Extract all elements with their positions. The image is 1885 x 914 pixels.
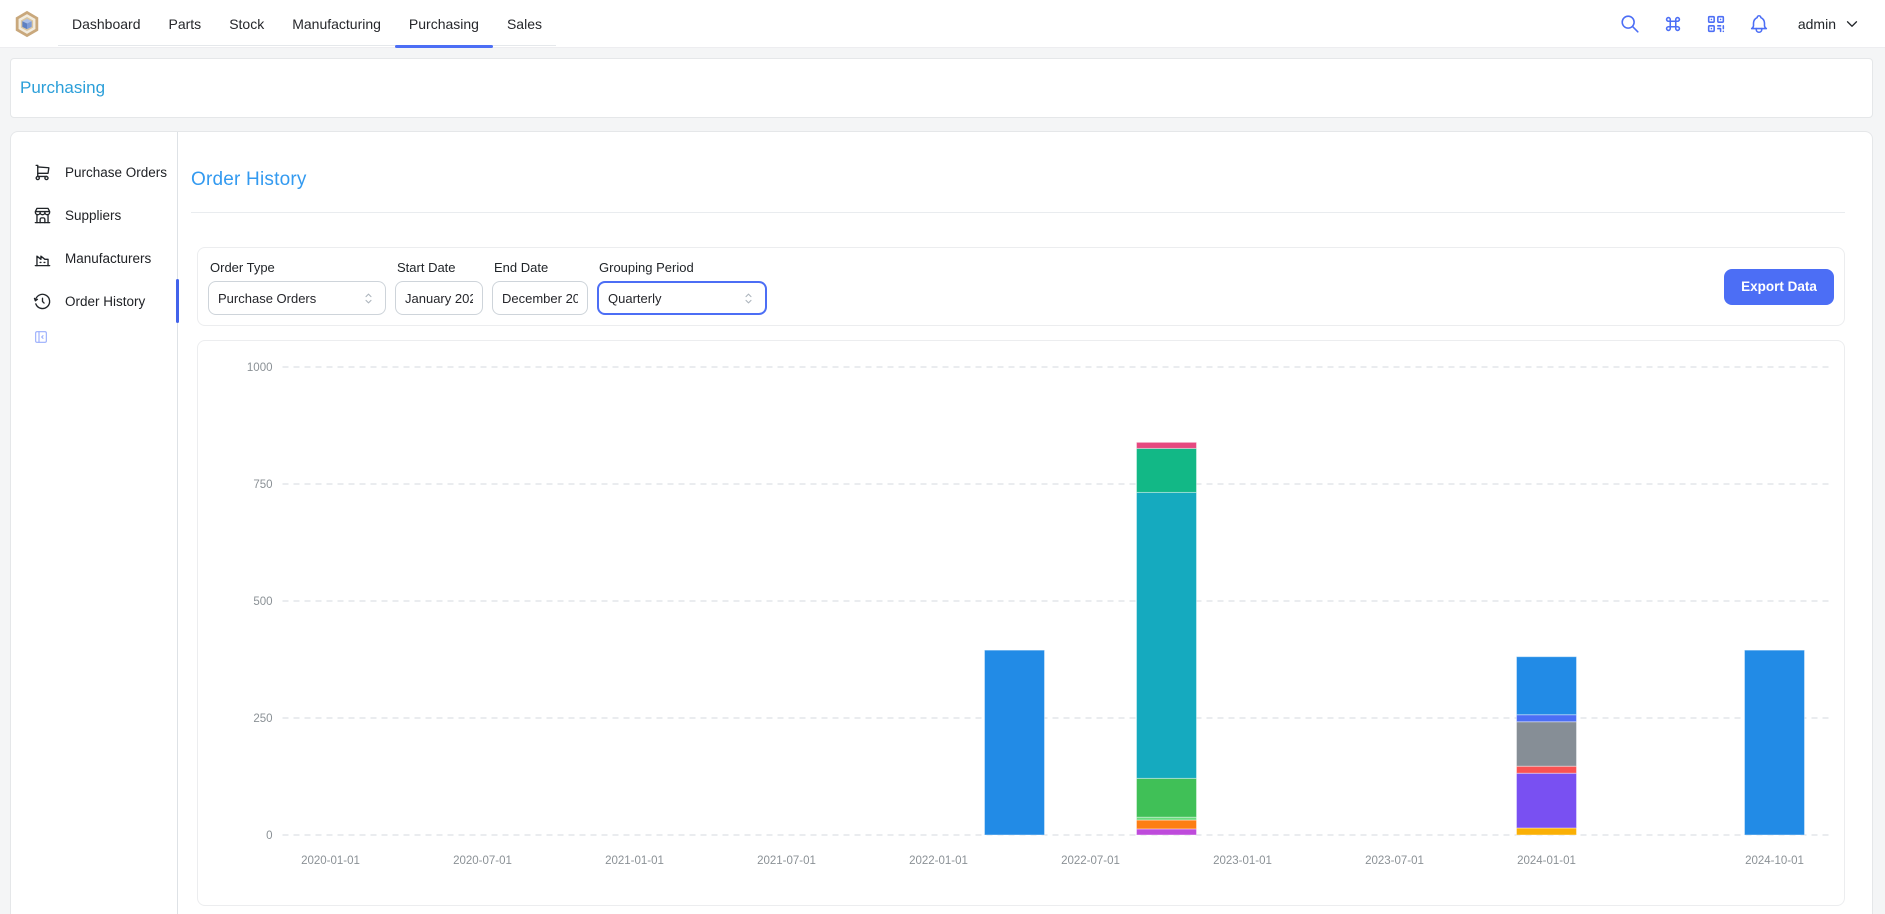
x-axis-tick: 2021-07-01 bbox=[757, 855, 816, 867]
tab-purchasing[interactable]: Purchasing bbox=[395, 0, 493, 48]
command-button[interactable] bbox=[1661, 12, 1685, 36]
page-title: Order History bbox=[191, 169, 1845, 191]
sidebar-collapse-button[interactable] bbox=[33, 329, 49, 345]
chart-bar-segment[interactable] bbox=[1517, 828, 1577, 835]
main-nav-tabs: Dashboard Parts Stock Manufacturing Purchasi… bbox=[58, 0, 556, 48]
y-axis-tick: 500 bbox=[253, 596, 272, 608]
tab-label: Dashboard bbox=[72, 16, 141, 32]
sidebar-collapse-icon bbox=[33, 329, 49, 345]
tab-label: Manufacturing bbox=[292, 16, 381, 32]
bell-button[interactable] bbox=[1747, 12, 1771, 36]
breadcrumb-title[interactable]: Purchasing bbox=[20, 78, 105, 98]
chart-bar-segment[interactable] bbox=[1137, 492, 1197, 778]
sidebar-item-label: Manufacturers bbox=[65, 251, 151, 266]
chevron-down-icon bbox=[1843, 15, 1861, 33]
order-type-select[interactable]: Purchase Orders bbox=[208, 281, 386, 315]
chart-bar-segment[interactable] bbox=[1137, 829, 1197, 835]
grouping-period-label: Grouping Period bbox=[599, 260, 767, 275]
tab-label: Sales bbox=[507, 16, 542, 32]
x-axis-tick: 2020-07-01 bbox=[453, 855, 512, 867]
tab-label: Stock bbox=[229, 16, 264, 32]
chart-bar-segment[interactable] bbox=[1517, 773, 1577, 828]
title-divider bbox=[191, 212, 1845, 213]
sidebar: Purchase Orders Suppliers Manufacturers Ord… bbox=[11, 132, 178, 914]
order-type-value: Purchase Orders bbox=[218, 291, 316, 306]
sidebar-item-label: Order History bbox=[65, 294, 145, 309]
chart-bar-segment[interactable] bbox=[1517, 715, 1577, 722]
chart-bar-segment[interactable] bbox=[1137, 778, 1197, 817]
sidebar-item-manufacturers[interactable]: Manufacturers bbox=[11, 240, 177, 276]
command-icon bbox=[1662, 13, 1684, 35]
selector-icon bbox=[741, 291, 756, 306]
sidebar-item-suppliers[interactable]: Suppliers bbox=[11, 197, 177, 233]
chart-bar-segment[interactable] bbox=[1517, 766, 1577, 773]
breadcrumb-bar: Purchasing bbox=[10, 58, 1873, 118]
chart-bar-segment[interactable] bbox=[1137, 442, 1197, 448]
y-axis-tick: 750 bbox=[253, 479, 272, 491]
topbar: Dashboard Parts Stock Manufacturing Purchasi… bbox=[0, 0, 1885, 48]
chart-bar-segment[interactable] bbox=[1137, 820, 1197, 829]
x-axis-tick: 2022-01-01 bbox=[909, 855, 968, 867]
end-date-label: End Date bbox=[494, 260, 588, 275]
tab-stock[interactable]: Stock bbox=[215, 0, 278, 48]
end-date-input[interactable] bbox=[492, 281, 588, 315]
x-axis-tick: 2022-07-01 bbox=[1061, 855, 1120, 867]
tab-parts[interactable]: Parts bbox=[155, 0, 216, 48]
grouping-period-select[interactable]: Quarterly bbox=[597, 281, 767, 315]
tab-manufacturing[interactable]: Manufacturing bbox=[278, 0, 395, 48]
y-axis-tick: 0 bbox=[266, 830, 272, 842]
sidebar-item-purchase-orders[interactable]: Purchase Orders bbox=[11, 154, 177, 190]
chart-bar-segment[interactable] bbox=[985, 650, 1045, 835]
sidebar-item-label: Suppliers bbox=[65, 208, 121, 223]
chart-bar-segment[interactable] bbox=[1745, 650, 1805, 835]
x-axis-tick: 2021-01-01 bbox=[605, 855, 664, 867]
tab-label: Purchasing bbox=[409, 16, 479, 32]
sidebar-item-order-history[interactable]: Order History bbox=[11, 283, 177, 319]
selector-icon bbox=[361, 291, 376, 306]
search-button[interactable] bbox=[1618, 12, 1642, 36]
tab-dashboard[interactable]: Dashboard bbox=[58, 0, 155, 48]
user-menu[interactable]: admin bbox=[1798, 15, 1861, 33]
factory-icon bbox=[33, 249, 52, 268]
username: admin bbox=[1798, 16, 1836, 32]
y-axis-tick: 250 bbox=[253, 713, 272, 725]
search-icon bbox=[1619, 13, 1641, 35]
bell-icon bbox=[1748, 13, 1770, 35]
grouping-period-value: Quarterly bbox=[608, 291, 661, 306]
tab-label: Parts bbox=[169, 16, 202, 32]
filter-panel: Order Type Purchase Orders Start Date En… bbox=[197, 247, 1845, 326]
start-date-label: Start Date bbox=[397, 260, 483, 275]
order-type-label: Order Type bbox=[210, 260, 386, 275]
chart-bar-segment[interactable] bbox=[1517, 657, 1577, 715]
export-data-button[interactable]: Export Data bbox=[1724, 269, 1834, 305]
chart-panel: 0 250 500 750 1000 2020-01-01 2020-07-01 2021-0… bbox=[197, 340, 1845, 906]
filter-grouping-period: Grouping Period Quarterly bbox=[597, 258, 767, 315]
x-axis-tick: 2023-01-01 bbox=[1213, 855, 1272, 867]
inventree-logo[interactable] bbox=[12, 9, 42, 39]
shopping-cart-icon bbox=[33, 163, 52, 182]
sidebar-item-label: Purchase Orders bbox=[65, 165, 167, 180]
chart-bar-segment[interactable] bbox=[1137, 448, 1197, 492]
x-axis-tick: 2020-01-01 bbox=[301, 855, 360, 867]
filter-end-date: End Date bbox=[492, 258, 588, 315]
x-axis-tick: 2023-07-01 bbox=[1365, 855, 1424, 867]
history-icon bbox=[33, 292, 52, 311]
filter-order-type: Order Type Purchase Orders bbox=[208, 258, 386, 315]
start-date-input[interactable] bbox=[395, 281, 483, 315]
y-axis-tick: 1000 bbox=[247, 362, 273, 374]
filter-start-date: Start Date bbox=[395, 258, 483, 315]
qrcode-button[interactable] bbox=[1704, 12, 1728, 36]
content-area: Order History Order Type Purchase Orders… bbox=[178, 132, 1872, 914]
tab-sales[interactable]: Sales bbox=[493, 0, 556, 48]
x-axis-tick: 2024-01-01 bbox=[1517, 855, 1576, 867]
chart-bar-segment[interactable] bbox=[1517, 722, 1577, 766]
qrcode-icon bbox=[1705, 13, 1727, 35]
main-panel: Purchase Orders Suppliers Manufacturers Ord… bbox=[10, 131, 1873, 914]
building-store-icon bbox=[33, 206, 52, 225]
topbar-actions: admin bbox=[1618, 12, 1861, 36]
x-axis-tick: 2024-10-01 bbox=[1745, 855, 1804, 867]
order-history-chart: 0 250 500 750 1000 2020-01-01 2020-07-01 2021-0… bbox=[198, 341, 1844, 905]
